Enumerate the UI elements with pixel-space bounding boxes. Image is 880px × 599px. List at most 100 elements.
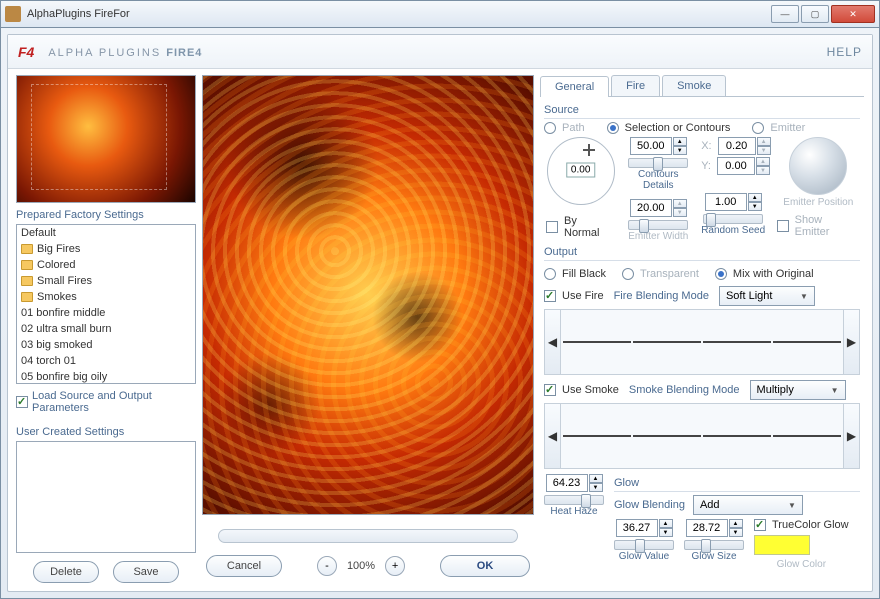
glow-value-spinner[interactable]: ▲▼ — [616, 519, 673, 537]
radio-icon — [544, 122, 556, 134]
fill-black-radio[interactable]: Fill Black — [544, 268, 606, 280]
emitter-width-label: Emitter Width — [628, 231, 688, 242]
preset-item[interactable]: Default — [17, 225, 195, 241]
by-normal-checkbox[interactable]: By Normal — [546, 215, 615, 239]
glow-blend-combo[interactable]: Add▼ — [693, 495, 803, 515]
spin-down-icon[interactable]: ▼ — [729, 528, 743, 537]
angle-value[interactable]: 0.00 — [566, 162, 595, 177]
zoom-out-button[interactable]: - — [317, 556, 337, 576]
window-title: AlphaPlugins FireFor — [27, 8, 771, 20]
fire-blend-combo[interactable]: Soft Light▼ — [719, 286, 815, 306]
source-emitter-radio[interactable]: Emitter — [752, 122, 805, 134]
preset-item[interactable]: Smokes — [17, 289, 195, 305]
zoom-level: 100% — [347, 560, 375, 572]
random-seed-slider[interactable] — [703, 214, 763, 224]
glow-size-slider[interactable] — [684, 540, 744, 550]
heat-haze-spinner[interactable]: ▲▼ — [546, 474, 603, 492]
angle-dial[interactable]: 0.00 — [547, 137, 615, 205]
preset-item[interactable]: Colored — [17, 257, 195, 273]
fire-preset-thumb[interactable] — [633, 341, 701, 343]
chevron-down-icon: ▼ — [788, 501, 796, 510]
spin-up-icon[interactable]: ▲ — [748, 193, 762, 202]
zoom-in-button[interactable]: + — [385, 556, 405, 576]
y-label: Y: — [701, 160, 711, 172]
preview-scrollbar[interactable] — [218, 529, 518, 543]
glow-size-input[interactable] — [686, 519, 728, 537]
glow-value-input[interactable] — [616, 519, 658, 537]
preset-item[interactable]: 03 big smoked — [17, 337, 195, 353]
preset-item[interactable]: 05 bonfire big oily — [17, 369, 195, 384]
radio-icon — [752, 122, 764, 134]
spin-down-icon[interactable]: ▼ — [673, 146, 687, 155]
glow-color-swatch[interactable] — [754, 535, 810, 555]
use-smoke-checkbox[interactable]: Use Smoke — [544, 384, 619, 396]
preset-item[interactable]: Small Fires — [17, 273, 195, 289]
user-settings-listbox[interactable] — [16, 441, 196, 553]
output-group-label: Output — [544, 246, 860, 258]
preset-item[interactable]: 01 bonfire middle — [17, 305, 195, 321]
main-preview[interactable] — [202, 75, 534, 515]
emitter-y-input — [717, 157, 755, 175]
preset-item[interactable]: 02 ultra small burn — [17, 321, 195, 337]
truecolor-glow-checkbox[interactable]: TrueColor Glow — [754, 519, 849, 531]
tab-smoke[interactable]: Smoke — [662, 75, 726, 96]
smoke-preset-thumb[interactable] — [773, 435, 841, 437]
heat-haze-slider[interactable] — [544, 495, 604, 505]
smoke-blend-label: Smoke Blending Mode — [629, 384, 740, 396]
fire-preset-thumb[interactable] — [703, 341, 771, 343]
source-path-radio[interactable]: Path — [544, 122, 585, 134]
spin-up-icon[interactable]: ▲ — [729, 519, 743, 528]
fire-preset-thumb[interactable] — [773, 341, 841, 343]
preset-item-label: 01 bonfire middle — [21, 307, 105, 319]
delete-button[interactable]: Delete — [33, 561, 99, 583]
glow-size-spinner[interactable]: ▲▼ — [686, 519, 743, 537]
spin-up-icon[interactable]: ▲ — [589, 474, 603, 483]
emitter-x-input — [718, 137, 756, 155]
spin-up-icon[interactable]: ▲ — [659, 519, 673, 528]
heat-haze-input[interactable] — [546, 474, 588, 492]
fire-strip-prev-button[interactable]: ◀ — [545, 310, 561, 374]
fire-preset-thumb[interactable] — [563, 341, 631, 343]
tab-general[interactable]: General — [540, 76, 609, 97]
transparent-radio[interactable]: Transparent — [622, 268, 699, 280]
preset-item[interactable]: 04 torch 01 — [17, 353, 195, 369]
window-minimize-button[interactable]: — — [771, 5, 799, 23]
help-link[interactable]: HELP — [827, 45, 862, 59]
smoke-preset-thumb[interactable] — [633, 435, 701, 437]
contours-details-slider[interactable] — [628, 158, 688, 168]
heat-haze-label: Heat Haze — [550, 506, 597, 517]
spin-down-icon[interactable]: ▼ — [659, 528, 673, 537]
load-params-checkbox[interactable]: Load Source and Output Parameters — [16, 390, 196, 414]
preview-thumbnail[interactable] — [16, 75, 196, 203]
cancel-button[interactable]: Cancel — [206, 555, 282, 577]
ok-button[interactable]: OK — [440, 555, 530, 577]
window-titlebar: AlphaPlugins FireFor — ▢ ✕ — [0, 0, 880, 28]
save-button[interactable]: Save — [113, 561, 179, 583]
random-seed-input[interactable] — [705, 193, 747, 211]
smoke-strip-next-button[interactable]: ▶ — [843, 404, 859, 468]
tab-fire[interactable]: Fire — [611, 75, 660, 96]
presets-listbox[interactable]: DefaultBig FiresColoredSmall FiresSmokes… — [16, 224, 196, 384]
checkbox-icon — [544, 384, 556, 396]
preset-item[interactable]: Big Fires — [17, 241, 195, 257]
spin-down-icon[interactable]: ▼ — [589, 483, 603, 492]
smoke-preset-thumb[interactable] — [563, 435, 631, 437]
use-fire-checkbox[interactable]: Use Fire — [544, 290, 604, 302]
brand-b: FIRE4 — [166, 47, 202, 59]
smoke-strip-prev-button[interactable]: ◀ — [545, 404, 561, 468]
smoke-preset-strip: ◀ ▶ — [544, 403, 860, 469]
spin-down-icon[interactable]: ▼ — [748, 202, 762, 211]
window-maximize-button[interactable]: ▢ — [801, 5, 829, 23]
glow-value-slider[interactable] — [614, 540, 674, 550]
source-selection-radio[interactable]: Selection or Contours — [607, 122, 731, 134]
folder-icon — [21, 292, 33, 302]
spin-up-icon[interactable]: ▲ — [673, 137, 687, 146]
random-seed-spinner[interactable]: ▲▼ — [705, 193, 762, 211]
contours-details-spinner[interactable]: ▲▼ — [630, 137, 687, 155]
smoke-blend-combo[interactable]: Multiply▼ — [750, 380, 846, 400]
window-close-button[interactable]: ✕ — [831, 5, 875, 23]
fire-strip-next-button[interactable]: ▶ — [843, 310, 859, 374]
mix-original-radio[interactable]: Mix with Original — [715, 268, 814, 280]
contours-details-input[interactable] — [630, 137, 672, 155]
smoke-preset-thumb[interactable] — [703, 435, 771, 437]
